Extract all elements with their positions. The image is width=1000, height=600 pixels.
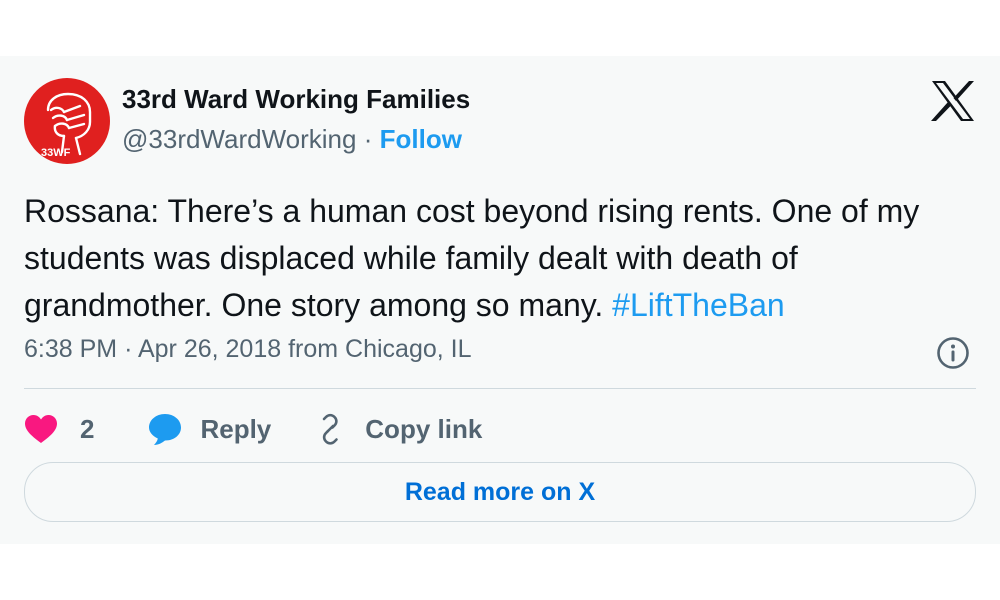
divider bbox=[24, 388, 976, 389]
tweet-date-location[interactable]: Apr 26, 2018 from Chicago, IL bbox=[138, 335, 472, 363]
tweet-time[interactable]: 6:38 PM bbox=[24, 335, 117, 363]
like-count: 2 bbox=[80, 413, 95, 444]
tweet-card: 33WF 33rd Ward Working Families @33rdWar… bbox=[0, 56, 1000, 544]
copy-link-button[interactable]: Copy link bbox=[313, 412, 482, 446]
timestamp-row: 6:38 PM · Apr 26, 2018 from Chicago, IL bbox=[24, 335, 472, 364]
avatar[interactable]: 33WF bbox=[24, 78, 110, 164]
x-logo-icon[interactable] bbox=[930, 80, 976, 122]
speech-bubble-icon bbox=[149, 414, 182, 445]
read-more-button[interactable]: Read more on X bbox=[24, 462, 976, 522]
tweet-text: Rossana: There’s a human cost beyond ris… bbox=[24, 188, 984, 329]
meta-separator: · bbox=[363, 124, 373, 154]
follow-button[interactable]: Follow bbox=[380, 124, 462, 154]
author-meta: @33rdWardWorking · Follow bbox=[122, 124, 462, 155]
like-button[interactable]: 2 bbox=[24, 414, 94, 445]
read-more-label: Read more on X bbox=[404, 477, 596, 506]
reply-button[interactable]: Reply bbox=[148, 412, 271, 446]
reply-label: Reply bbox=[200, 413, 272, 444]
author-handle[interactable]: @33rdWardWorking bbox=[122, 124, 356, 154]
author-name[interactable]: 33rd Ward Working Families bbox=[122, 84, 470, 115]
avatar-text: 33WF bbox=[41, 147, 71, 159]
info-icon[interactable] bbox=[936, 336, 970, 370]
copy-link-label: Copy link bbox=[365, 413, 483, 444]
heart-icon bbox=[25, 415, 57, 443]
timestamp-separator: · bbox=[124, 335, 133, 363]
tweet-body: Rossana: There’s a human cost beyond ris… bbox=[24, 193, 920, 323]
link-icon bbox=[322, 413, 339, 445]
action-bar: 2 Reply Copy link bbox=[24, 408, 482, 450]
hashtag-link[interactable]: #LiftTheBan bbox=[612, 287, 785, 323]
fist-logo-icon: 33WF bbox=[41, 92, 92, 159]
